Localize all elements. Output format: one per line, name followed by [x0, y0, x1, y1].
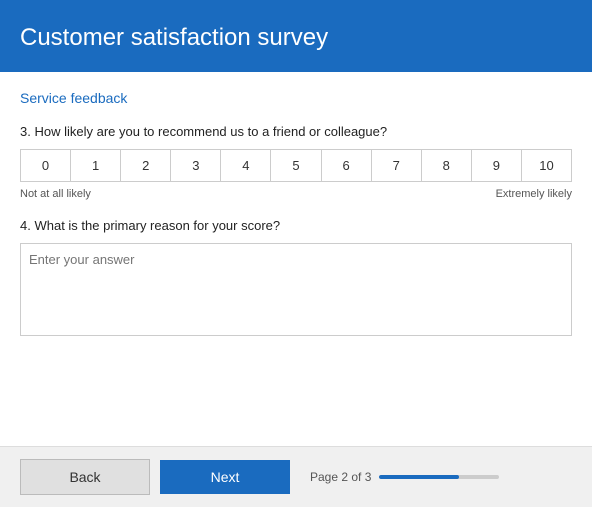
rating-cell-6[interactable]: 6 — [322, 150, 372, 181]
question-3-block: 3. How likely are you to recommend us to… — [20, 124, 572, 200]
progress-bar-track — [379, 475, 499, 479]
answer-textarea-wrapper — [20, 243, 572, 336]
survey-header: Customer satisfaction survey — [0, 0, 592, 72]
next-button[interactable]: Next — [160, 460, 290, 494]
scale-min-label: Not at all likely — [20, 188, 91, 200]
section-title: Service feedback — [20, 90, 572, 106]
rating-cell-4[interactable]: 4 — [221, 150, 271, 181]
page-indicator-text: Page 2 of 3 — [310, 470, 371, 484]
progress-bar-fill — [379, 475, 458, 479]
survey-body: Service feedback 3. How likely are you t… — [0, 72, 592, 446]
rating-cell-9[interactable]: 9 — [472, 150, 522, 181]
rating-cell-0[interactable]: 0 — [21, 150, 71, 181]
rating-cell-2[interactable]: 2 — [121, 150, 171, 181]
rating-cell-5[interactable]: 5 — [271, 150, 321, 181]
rating-cell-7[interactable]: 7 — [372, 150, 422, 181]
rating-scale: 0 1 2 3 4 5 6 7 8 9 10 — [20, 149, 572, 182]
survey-title: Customer satisfaction survey — [20, 24, 572, 52]
scale-max-label: Extremely likely — [496, 188, 572, 200]
back-button[interactable]: Back — [20, 459, 150, 495]
rating-cell-3[interactable]: 3 — [171, 150, 221, 181]
answer-textarea[interactable] — [29, 252, 563, 322]
rating-labels: Not at all likely Extremely likely — [20, 188, 572, 200]
rating-cell-8[interactable]: 8 — [422, 150, 472, 181]
survey-container: Customer satisfaction survey Service fee… — [0, 0, 592, 507]
question-4-block: 4. What is the primary reason for your s… — [20, 218, 572, 336]
survey-footer: Back Next Page 2 of 3 — [0, 446, 592, 507]
rating-cell-10[interactable]: 10 — [522, 150, 571, 181]
question-4-text: 4. What is the primary reason for your s… — [20, 218, 572, 233]
rating-cell-1[interactable]: 1 — [71, 150, 121, 181]
page-indicator: Page 2 of 3 — [310, 470, 499, 484]
question-3-text: 3. How likely are you to recommend us to… — [20, 124, 572, 139]
